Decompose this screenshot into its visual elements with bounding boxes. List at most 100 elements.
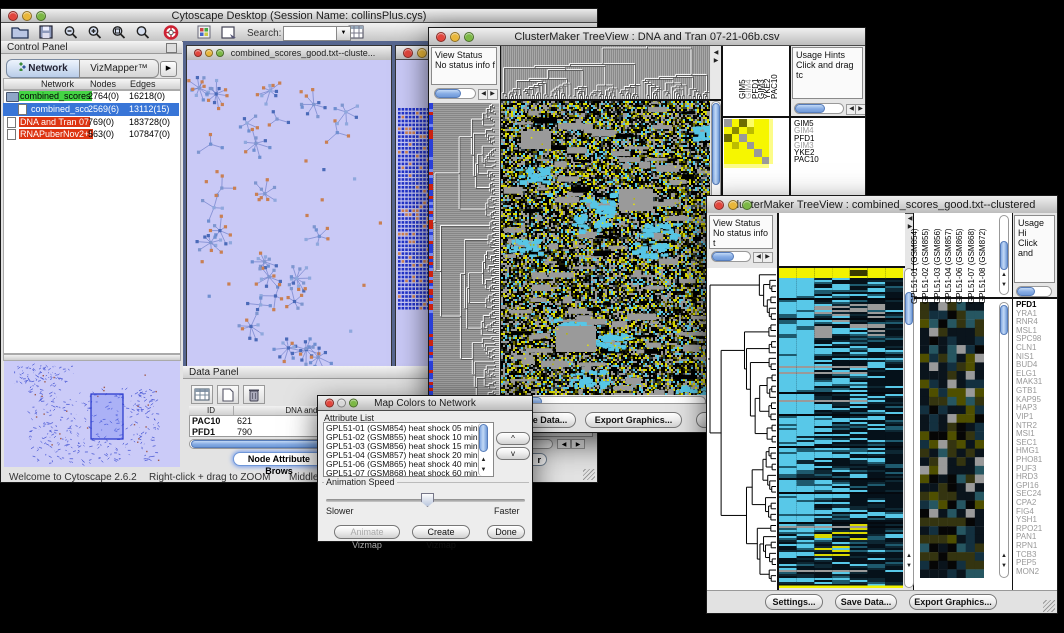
speed-slider-thumb[interactable] — [421, 493, 434, 507]
network-row[interactable]: DNA and Tran 07769(0)183728(0) — [3, 116, 179, 129]
minimize-icon[interactable] — [337, 399, 346, 408]
minimize-icon[interactable] — [205, 49, 213, 57]
control-panel-header[interactable]: Control Panel — [1, 41, 182, 54]
attr-scroll-down[interactable]: ▼ — [479, 466, 488, 475]
close-icon[interactable] — [714, 200, 724, 210]
attribute-item[interactable]: GPL51-07 (GSM868) heat shock 60 min — [326, 469, 493, 477]
hints-scroll-right[interactable]: ▶ — [855, 104, 865, 115]
zoom-icon[interactable] — [216, 49, 224, 57]
tv2-button-save-data-[interactable]: Save Data... — [835, 594, 897, 610]
animate-vizmap-button[interactable]: Animate Vizmap — [334, 525, 400, 539]
network-view-2[interactable] — [396, 104, 430, 334]
tv1-hints-thumb[interactable] — [795, 104, 825, 113]
close-icon[interactable] — [8, 11, 18, 21]
dialog-titlebar[interactable]: Map Colors to Network — [318, 396, 532, 411]
zoom-icon[interactable] — [464, 32, 474, 42]
new-page-icon[interactable] — [217, 385, 239, 404]
attr-scroll-up[interactable]: ▲ — [479, 456, 488, 465]
tv2-button-export-graphics-[interactable]: Export Graphics... — [909, 594, 997, 610]
tab-network[interactable]: Network — [6, 59, 81, 78]
tv1-col-scroll-right[interactable]: ▶ — [712, 57, 720, 65]
tv2-vscroll-down[interactable]: ▼ — [905, 562, 913, 571]
tv2-resize-grip[interactable] — [1043, 600, 1055, 612]
network-row[interactable]: RNAPuberNov2+!563(0)107847(0) — [3, 128, 179, 141]
zoom-icon[interactable] — [742, 200, 752, 210]
tab-vizmapper[interactable]: VizMapper™ — [79, 59, 159, 78]
tv2-view-status: View Status No status info t — [709, 215, 773, 249]
tv1-gene-labels: GIM5GIM4PFD1GIM3YKE2PAC10 — [794, 120, 819, 164]
tv1-status-thumb[interactable] — [435, 89, 461, 98]
tab-more-button[interactable]: ▶ — [160, 61, 177, 77]
done-button[interactable]: Done — [487, 525, 525, 539]
network-row[interactable]: combined_scores2764(0)16218(0) — [3, 90, 179, 103]
delete-icon[interactable] — [243, 385, 265, 404]
close-icon[interactable] — [403, 48, 413, 58]
scroll-right-arrow[interactable]: ▶ — [762, 252, 773, 263]
tv1-correlation-matrix[interactable] — [724, 119, 774, 169]
tv2-row-dendrogram[interactable] — [708, 268, 776, 588]
search-dropdown[interactable]: ▼ — [336, 26, 351, 41]
close-icon[interactable] — [194, 49, 202, 57]
zoom-icon[interactable] — [349, 399, 358, 408]
animation-speed-label: Animation Speed — [324, 477, 397, 487]
close-icon[interactable] — [436, 32, 446, 42]
tv2-vscroll-up[interactable]: ▲ — [905, 552, 913, 561]
minimize-icon[interactable] — [728, 200, 738, 210]
node-attr-browser-button[interactable]: Node Attribute Brows — [233, 452, 325, 466]
tv2-button-settings-[interactable]: Settings... — [765, 594, 823, 610]
tv2-labels-down[interactable]: ▼ — [1000, 281, 1008, 290]
network-name: DNA and Tran 07 — [19, 117, 90, 127]
data-scroll-right[interactable]: ▶ — [571, 439, 585, 449]
matrix-cell — [747, 134, 755, 142]
tv2-col-scroll-left[interactable]: ◀ — [906, 215, 914, 223]
network-view-1[interactable] — [187, 60, 391, 370]
col-edges[interactable]: Edges — [130, 79, 156, 89]
tv2-status-thumb[interactable] — [712, 252, 734, 261]
col-nodes[interactable]: Nodes — [90, 79, 116, 89]
attribute-listbox[interactable]: GPL51-01 (GSM854) heat shock 05 minGPL51… — [323, 422, 494, 477]
minimize-icon[interactable] — [417, 48, 427, 58]
splitter[interactable] — [3, 354, 181, 361]
float-icon[interactable] — [166, 43, 177, 53]
cytoscape-titlebar[interactable]: Cytoscape Desktop (Session Name: collins… — [1, 9, 597, 23]
tv2-hints-thumb[interactable] — [1017, 287, 1035, 296]
network-row[interactable]: combined_sco2569(6)13112(15) — [3, 103, 179, 116]
matrix-cell — [754, 142, 762, 150]
search-input[interactable] — [283, 26, 337, 41]
window-resize-grip[interactable] — [583, 468, 595, 480]
network-window-1-titlebar[interactable]: combined_scores_good.txt--cluste... — [187, 46, 391, 61]
close-icon[interactable] — [325, 399, 334, 408]
tv1-col-scroll-left[interactable]: ◀ — [712, 49, 720, 57]
data-scroll-left[interactable]: ◀ — [557, 439, 571, 449]
minimize-icon[interactable] — [450, 32, 460, 42]
attr-header-id[interactable]: ID — [189, 406, 234, 416]
network-nodes: 769(0) — [88, 117, 114, 127]
matrix-cell — [747, 149, 755, 157]
tv2-heatmap[interactable] — [779, 268, 903, 588]
treeview2-titlebar[interactable]: ClusterMaker TreeView : combined_scores_… — [707, 196, 1057, 214]
col-network[interactable]: Network — [41, 79, 74, 89]
tv1-row-dendrogram[interactable] — [433, 103, 499, 404]
tv2-labels-up[interactable]: ▲ — [1000, 271, 1008, 280]
treeview1-titlebar[interactable]: ClusterMaker TreeView : DNA and Tran 07-… — [429, 28, 865, 46]
tv1-heatmap[interactable] — [501, 101, 710, 395]
scroll-right-arrow[interactable]: ▶ — [487, 89, 498, 100]
network-overview[interactable] — [4, 361, 180, 467]
tv2-labels-thumb[interactable] — [1000, 241, 1008, 270]
move-up-button[interactable]: ^ — [496, 432, 530, 445]
tv1-usage-hints: Usage Hints Click and drag tc — [792, 47, 863, 99]
tv1-button-export-graphics-[interactable]: Export Graphics... — [585, 412, 682, 428]
tv1-column-dendrogram[interactable] — [501, 46, 710, 99]
create-vizmap-button[interactable]: Create Vizmap — [412, 525, 470, 539]
table-select-icon[interactable] — [191, 385, 213, 404]
tv2-detail-heatmap[interactable] — [920, 302, 984, 578]
tv1-vscrollbar-thumb[interactable] — [712, 103, 720, 185]
tv2-detail-down[interactable]: ▼ — [1000, 562, 1008, 571]
tv2-detail-thumb[interactable] — [1000, 305, 1008, 335]
attr-scroll-thumb[interactable] — [479, 424, 488, 452]
minimize-icon[interactable] — [22, 11, 32, 21]
zoom-icon[interactable] — [36, 11, 46, 21]
tv2-detail-up[interactable]: ▲ — [1000, 552, 1008, 561]
move-down-button[interactable]: v — [496, 447, 530, 460]
tv2-detail-scrollbar[interactable] — [999, 302, 1009, 578]
